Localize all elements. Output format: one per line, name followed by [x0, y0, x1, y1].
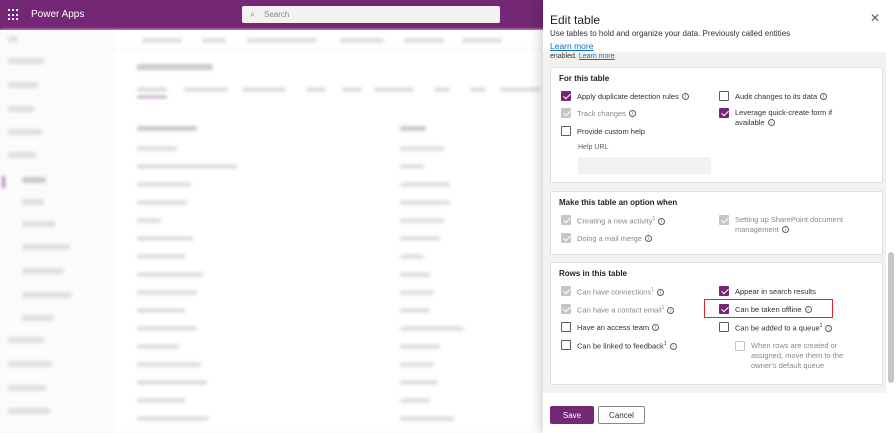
info-icon[interactable]: i — [667, 306, 675, 314]
info-icon[interactable]: i — [681, 93, 689, 100]
checkbox-unchecked[interactable] — [561, 340, 571, 350]
app-title[interactable]: Power Apps — [31, 9, 84, 20]
info-icon[interactable]: i — [657, 288, 664, 296]
panel-footer: Save Cancel — [543, 393, 896, 433]
search-icon: ⌕ — [250, 9, 256, 19]
app-launcher-icon[interactable] — [8, 9, 20, 21]
can-be-added-to-queue-checkbox[interactable]: Can be added to a queue1 i — [719, 322, 869, 333]
panel-description: Use tables to hold and organize your dat… — [550, 29, 791, 38]
info-icon[interactable]: i — [781, 226, 789, 233]
apply-duplicate-detection-checkbox[interactable]: Apply duplicate detection rules i — [561, 91, 711, 102]
for-this-table-card: For this table Apply duplicate detection… — [550, 67, 883, 183]
help-url-input — [578, 157, 711, 174]
card-title: Make this table an option when — [559, 198, 678, 207]
option-when-card: Make this table an option when Creating … — [550, 191, 883, 255]
highlight-box — [704, 299, 833, 318]
checkbox-checked[interactable] — [719, 286, 729, 296]
creating-new-activity-checkbox: Creating a new activity1 i — [561, 215, 711, 226]
card-title: For this table — [559, 74, 610, 83]
card-title: Rows in this table — [559, 269, 628, 278]
help-url-label: Help URL — [578, 144, 609, 151]
enabled-note: enabled. Learn more — [550, 53, 615, 60]
modal-overlay[interactable] — [0, 30, 543, 433]
checkbox-disabled-checked — [561, 286, 571, 296]
info-icon[interactable]: i — [669, 342, 677, 350]
scrollbar-thumb[interactable] — [888, 252, 894, 383]
leverage-quick-create-checkbox[interactable]: Leverage quick-create form if available i — [719, 108, 859, 130]
info-icon[interactable]: i — [767, 119, 775, 126]
checkbox-unchecked[interactable] — [719, 91, 729, 101]
appear-in-search-results-checkbox[interactable]: Appear in search results — [719, 286, 869, 297]
cancel-button[interactable]: Cancel — [598, 406, 645, 424]
checkbox-disabled-checked — [719, 215, 729, 225]
enabled-text: enabled. — [550, 53, 577, 60]
info-icon[interactable]: i — [628, 110, 636, 117]
rows-in-table-card: Rows in this table Can have connections1… — [550, 262, 883, 385]
save-button[interactable]: Save — [550, 406, 594, 424]
info-icon[interactable]: i — [645, 235, 653, 242]
info-icon[interactable]: i — [658, 217, 666, 225]
track-changes-checkbox: Track changes i — [561, 108, 711, 119]
checkbox-disabled-checked — [561, 304, 571, 314]
doing-mail-merge-checkbox: Doing a mail merge i — [561, 233, 711, 244]
sharepoint-document-management-checkbox: Setting up SharePoint document managemen… — [719, 215, 859, 237]
can-have-contact-email-checkbox: Can have a contact email1 i — [561, 304, 711, 315]
can-have-connections-checkbox: Can have connections1 i — [561, 286, 711, 297]
provide-custom-help-checkbox[interactable]: Provide custom help — [561, 126, 711, 137]
checkbox-disabled-checked — [561, 215, 571, 225]
info-icon[interactable]: i — [652, 324, 660, 331]
panel-title: Edit table — [550, 13, 601, 27]
edit-table-panel: Edit table ✕ Use tables to hold and orga… — [543, 0, 896, 433]
checkbox-unchecked[interactable] — [719, 322, 729, 332]
enabled-learn-more-link[interactable]: Learn more — [579, 53, 615, 60]
search-placeholder: Search — [264, 10, 290, 19]
checkbox-disabled-unchecked — [735, 341, 745, 351]
checkbox-disabled-checked — [561, 108, 571, 118]
panel-scroll-area[interactable]: enabled. Learn more For this table Apply… — [543, 52, 886, 393]
audit-changes-checkbox[interactable]: Audit changes to its data i — [719, 91, 869, 102]
close-icon[interactable]: ✕ — [870, 11, 880, 25]
checkbox-checked[interactable] — [561, 91, 571, 101]
learn-more-link[interactable]: Learn more — [550, 41, 593, 51]
checkbox-unchecked[interactable] — [561, 126, 571, 136]
checkbox-checked[interactable] — [719, 108, 729, 118]
search-box[interactable]: ⌕ Search — [242, 6, 500, 23]
info-icon[interactable]: i — [820, 93, 828, 100]
checkbox-disabled-checked — [561, 233, 571, 243]
move-to-default-queue-checkbox: When rows are created or assigned, move … — [735, 341, 865, 373]
have-access-team-checkbox[interactable]: Have an access team i — [561, 322, 711, 333]
can-be-linked-to-feedback-checkbox[interactable]: Can be linked to feedback1 i — [561, 340, 711, 351]
info-icon[interactable]: i — [825, 324, 833, 332]
checkbox-unchecked[interactable] — [561, 322, 571, 332]
